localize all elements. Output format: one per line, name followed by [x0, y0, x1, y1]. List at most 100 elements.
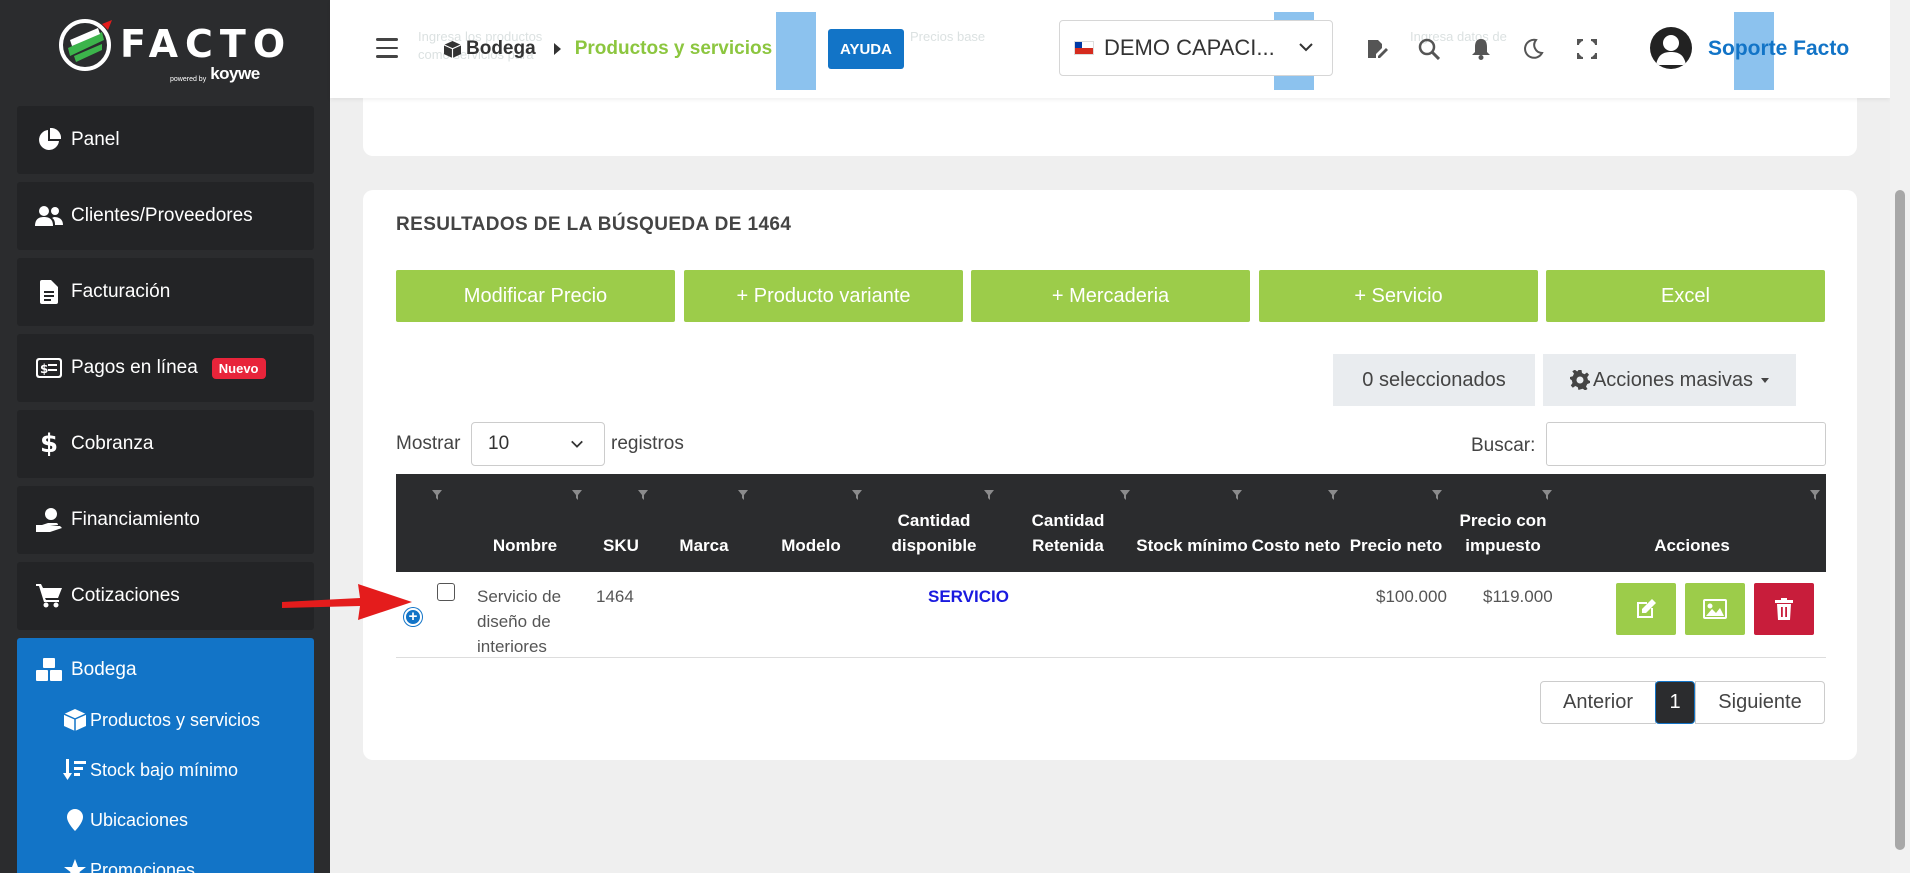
- sidebar-item-label: Clientes/Proveedores: [71, 205, 253, 226]
- search-icon[interactable]: [1416, 36, 1442, 62]
- powered-by: powered by koywe: [170, 64, 260, 84]
- help-button[interactable]: AYUDA: [828, 29, 904, 69]
- sidebar-item-cobranza[interactable]: $ Cobranza: [17, 410, 314, 478]
- cell-precio-con-impuesto: $119.000: [1483, 587, 1553, 606]
- pagination-current[interactable]: 1: [1655, 681, 1695, 724]
- bulk-actions-label: Acciones masivas: [1592, 368, 1754, 391]
- sidebar-item-bodega[interactable]: Bodega: [35, 656, 137, 684]
- sidebar-subitem-stock[interactable]: Stock bajo mínimo: [63, 758, 238, 782]
- excel-export-button[interactable]: Excel: [1546, 270, 1825, 322]
- delete-button[interactable]: [1754, 583, 1814, 635]
- sidebar-item-financiamiento[interactable]: Financiamiento: [17, 486, 314, 554]
- row-checkbox[interactable]: [437, 583, 455, 601]
- box-icon: [444, 40, 461, 58]
- results-title: RESULTADOS DE LA BÚSQUEDA DE 1464: [396, 214, 792, 235]
- avatar[interactable]: [1650, 27, 1692, 69]
- pagination-next[interactable]: Siguiente: [1695, 681, 1825, 724]
- dollar-icon: $: [39, 429, 59, 459]
- sidebar-subitem-promociones[interactable]: Promociones: [63, 858, 195, 873]
- sort-icon: [1810, 482, 1820, 500]
- records-label: registros: [611, 433, 684, 454]
- sort-down-icon: [63, 758, 87, 782]
- column-precio-con-impuesto[interactable]: Precio con impuesto: [1448, 474, 1558, 572]
- sort-icon: [572, 482, 582, 500]
- cell-precio-neto: $100.000: [1376, 587, 1447, 606]
- facto-logo[interactable]: FACTO powered by koywe: [58, 18, 285, 84]
- sort-icon: [738, 482, 748, 500]
- column-cantidad-disponible[interactable]: Cantidad disponible: [868, 474, 1000, 572]
- hand-coin-icon: [35, 506, 63, 534]
- annotation-arrow-icon: [282, 584, 412, 620]
- column-stock-minimo[interactable]: Stock mínimo: [1136, 474, 1248, 572]
- breadcrumb-bodega[interactable]: Bodega: [444, 38, 536, 60]
- document-icon: [35, 278, 63, 306]
- cart-icon: [35, 582, 63, 610]
- column-nombre[interactable]: Nombre: [462, 474, 588, 572]
- page-scrollbar[interactable]: [1890, 0, 1910, 873]
- moon-icon[interactable]: [1520, 36, 1546, 62]
- sidebar-subitem-label: Promociones: [90, 859, 196, 873]
- column-costo-neto[interactable]: Costo neto: [1248, 474, 1344, 572]
- sidebar-item-cotizaciones[interactable]: Cotizaciones: [17, 562, 314, 630]
- new-badge: Nuevo: [211, 357, 266, 379]
- scrollbar-thumb[interactable]: [1895, 190, 1905, 850]
- sidebar-subitem-label: Productos y servicios: [90, 709, 261, 730]
- sidebar-group-bodega: Bodega Productos y servicios Stock bajo …: [17, 638, 314, 873]
- edit-button[interactable]: [1616, 583, 1676, 635]
- image-button[interactable]: [1685, 583, 1745, 635]
- results-card: RESULTADOS DE LA BÚSQUEDA DE 1464 Modifi…: [363, 190, 1857, 760]
- sidebar-item-clientes[interactable]: Clientes/Proveedores: [17, 182, 314, 250]
- company-selector[interactable]: DEMO CAPACI...: [1059, 20, 1333, 76]
- breadcrumb-separator-icon: [553, 43, 561, 55]
- selected-count: 0 seleccionados: [1333, 354, 1535, 406]
- sidebar-subitem-label: Stock bajo mínimo: [90, 759, 239, 780]
- background-ghost-block: [776, 12, 816, 90]
- caret-down-icon: [1761, 377, 1770, 383]
- pie-chart-icon: [35, 126, 63, 154]
- column-marca[interactable]: Marca: [654, 474, 754, 572]
- pagination-previous[interactable]: Anterior: [1540, 681, 1656, 724]
- breadcrumb-current: Productos y servicios: [574, 38, 773, 59]
- sort-icon: [1432, 482, 1442, 500]
- star-icon: [63, 858, 87, 873]
- sidebar-item-label: Panel: [71, 129, 120, 150]
- box-icon: [63, 708, 87, 732]
- user-icon: [1656, 35, 1686, 65]
- sort-icon: [432, 482, 442, 500]
- add-product-variant-button[interactable]: + Producto variante: [684, 270, 963, 322]
- sidebar-item-panel[interactable]: Panel: [17, 106, 314, 174]
- user-name-link[interactable]: Soporte Facto: [1708, 37, 1849, 61]
- sidebar-subitem-productos[interactable]: Productos y servicios: [63, 708, 260, 732]
- sidebar-item-label: Cobranza: [71, 433, 154, 454]
- sidebar: FACTO powered by koywe Panel Clientes/Pr…: [0, 0, 330, 873]
- column-precio-neto[interactable]: Precio neto: [1344, 474, 1448, 572]
- page-size-value: 10: [488, 433, 510, 454]
- column-select[interactable]: [396, 474, 462, 572]
- sidebar-item-facturacion[interactable]: Facturación: [17, 258, 314, 326]
- sidebar-item-label: Cotizaciones: [71, 585, 180, 606]
- sidebar-item-pagos[interactable]: $ Pagos en línea Nuevo: [17, 334, 314, 402]
- menu-toggle-icon[interactable]: [376, 38, 398, 58]
- column-sku[interactable]: SKU: [588, 474, 654, 572]
- search-input[interactable]: [1546, 422, 1826, 466]
- edit-document-icon[interactable]: [1364, 36, 1390, 62]
- column-modelo[interactable]: Modelo: [754, 474, 868, 572]
- gear-icon: [1569, 370, 1590, 390]
- add-merchandise-button[interactable]: + Mercaderia: [971, 270, 1250, 322]
- column-cantidad-retenida[interactable]: Cantidad Retenida: [1000, 474, 1136, 572]
- add-service-button[interactable]: + Servicio: [1259, 270, 1538, 322]
- bulk-actions-dropdown[interactable]: Acciones masivas: [1543, 354, 1796, 406]
- modify-price-button[interactable]: Modificar Precio: [396, 270, 675, 322]
- powered-by-label: powered by: [170, 76, 207, 83]
- search-label: Buscar:: [1471, 435, 1536, 456]
- page-size-select[interactable]: 10: [471, 422, 605, 466]
- map-pin-icon: [63, 808, 87, 832]
- fullscreen-icon[interactable]: [1574, 36, 1600, 62]
- bell-icon[interactable]: [1468, 36, 1494, 62]
- sidebar-subitem-label: Ubicaciones: [90, 809, 189, 830]
- sidebar-subitem-ubicaciones[interactable]: Ubicaciones: [63, 808, 188, 832]
- column-acciones[interactable]: Acciones: [1558, 474, 1826, 572]
- facto-logo-mark: [59, 19, 112, 71]
- breadcrumb-label: Bodega: [466, 38, 536, 59]
- cell-sku: 1464: [596, 587, 634, 606]
